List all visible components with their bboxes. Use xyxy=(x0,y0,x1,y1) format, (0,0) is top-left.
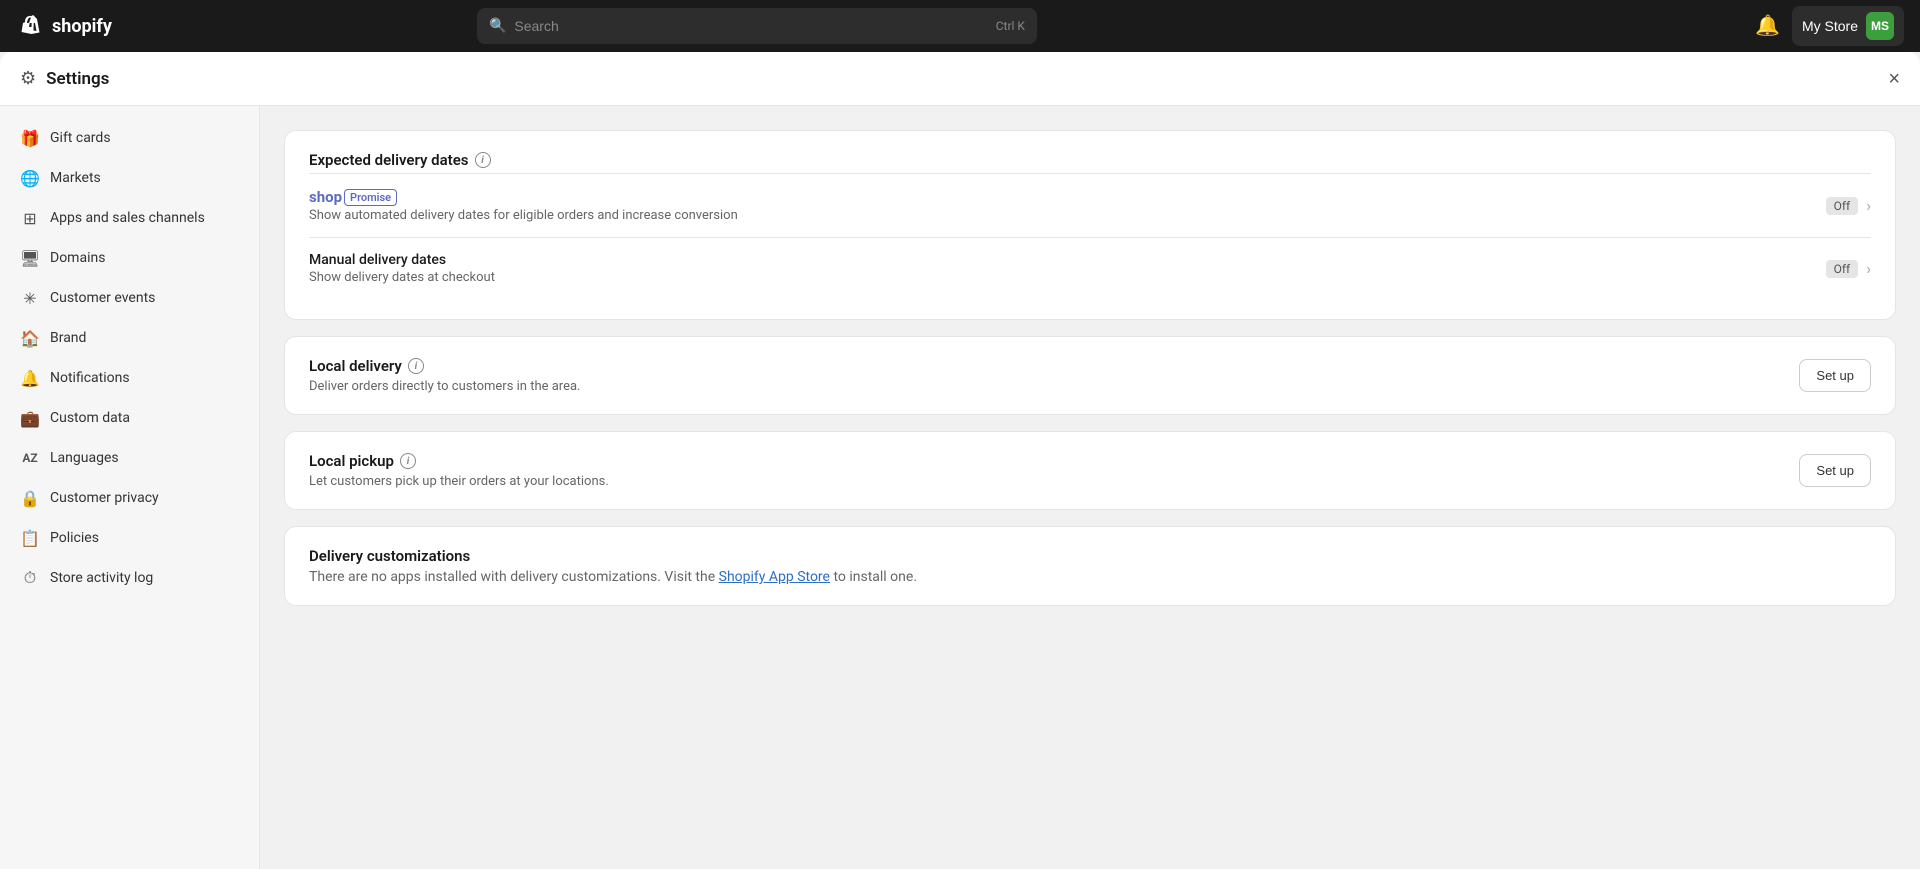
languages-icon: AZ xyxy=(20,448,40,468)
promise-badge: Promise xyxy=(344,189,397,206)
sidebar-item-label: Gift cards xyxy=(50,130,111,146)
shop-promise-row[interactable]: shop Promise Show automated delivery dat… xyxy=(309,173,1871,237)
search-shortcut: Ctrl K xyxy=(996,19,1025,33)
local-pickup-title: Local pickup i xyxy=(309,452,609,470)
topbar: shopify 🔍 Ctrl K 🔔 My Store MS xyxy=(0,0,1920,52)
local-pickup-left: Local pickup i Let customers pick up the… xyxy=(309,452,609,489)
logo-text: shopify xyxy=(52,16,112,37)
sidebar-item-label: Notifications xyxy=(50,370,130,386)
shop-text: shop xyxy=(309,188,342,206)
manual-delivery-desc: Show delivery dates at checkout xyxy=(309,270,1826,285)
expected-delivery-info-icon[interactable]: i xyxy=(475,152,491,168)
sidebar-item-store-activity-log[interactable]: ⏱ Store activity log xyxy=(8,558,251,598)
modal-overlay: ⚙ Settings × 🎁 Gift cards 🌐 Markets ⊞ Ap… xyxy=(0,52,1920,869)
shop-promise-brand: shop Promise xyxy=(309,188,397,206)
expected-delivery-card: Expected delivery dates i shop Promise xyxy=(284,130,1896,320)
local-delivery-desc: Deliver orders directly to customers in … xyxy=(309,379,580,394)
manual-delivery-toggle[interactable]: Off xyxy=(1826,260,1859,278)
delivery-customizations-desc: There are no apps installed with deliver… xyxy=(309,569,1871,585)
main-content: Expected delivery dates i shop Promise xyxy=(260,106,1920,869)
notifications-bell-button[interactable]: 🔔 xyxy=(1755,16,1780,36)
sidebar-item-label: Customer events xyxy=(50,290,155,306)
sidebar-item-label: Policies xyxy=(50,530,99,546)
sidebar-item-brand[interactable]: 🏠 Brand xyxy=(8,318,251,358)
sidebar-item-label: Domains xyxy=(50,250,105,266)
logo[interactable]: shopify xyxy=(16,12,112,40)
local-delivery-left: Local delivery i Deliver orders directly… xyxy=(309,357,580,394)
sidebar-item-label: Custom data xyxy=(50,410,130,426)
modal-body: 🎁 Gift cards 🌐 Markets ⊞ Apps and sales … xyxy=(0,106,1920,869)
avatar: MS xyxy=(1866,12,1894,40)
markets-icon: 🌐 xyxy=(20,168,40,188)
shop-promise-title: shop Promise xyxy=(309,188,1826,206)
apps-sales-icon: ⊞ xyxy=(20,208,40,228)
topbar-right: 🔔 My Store MS xyxy=(1755,6,1904,46)
manual-delivery-title: Manual delivery dates xyxy=(309,252,1826,268)
search-icon: 🔍 xyxy=(489,18,506,34)
policies-icon: 📋 xyxy=(20,528,40,548)
local-delivery-info-icon[interactable]: i xyxy=(408,358,424,374)
shopify-logo-icon xyxy=(16,12,44,40)
shopify-app-store-link[interactable]: Shopify App Store xyxy=(719,569,830,585)
sidebar-item-label: Store activity log xyxy=(50,570,153,586)
modal-header: ⚙ Settings × xyxy=(0,52,1920,106)
sidebar-item-gift-cards[interactable]: 🎁 Gift cards xyxy=(8,118,251,158)
manual-delivery-row[interactable]: Manual delivery dates Show delivery date… xyxy=(309,237,1871,299)
sidebar-item-label: Markets xyxy=(50,170,101,186)
manual-delivery-content: Manual delivery dates Show delivery date… xyxy=(309,252,1826,285)
shop-promise-toggle[interactable]: Off xyxy=(1826,197,1859,215)
delivery-customizations-desc-post: to install one. xyxy=(830,569,917,585)
settings-sidebar: 🎁 Gift cards 🌐 Markets ⊞ Apps and sales … xyxy=(0,106,260,869)
store-activity-log-icon: ⏱ xyxy=(20,568,40,588)
store-switcher-button[interactable]: My Store MS xyxy=(1792,6,1904,46)
delivery-customizations-card: Delivery customizations There are no app… xyxy=(284,526,1896,606)
notifications-icon: 🔔 xyxy=(20,368,40,388)
local-delivery-title: Local delivery i xyxy=(309,357,580,375)
local-delivery-card: Local delivery i Deliver orders directly… xyxy=(284,336,1896,415)
sidebar-item-customer-events[interactable]: ✳ Customer events xyxy=(8,278,251,318)
shop-promise-desc: Show automated delivery dates for eligib… xyxy=(309,208,1826,223)
local-pickup-desc: Let customers pick up their orders at yo… xyxy=(309,474,609,489)
sidebar-item-custom-data[interactable]: 💼 Custom data xyxy=(8,398,251,438)
manual-delivery-right: Off › xyxy=(1826,259,1871,278)
local-pickup-setup-button[interactable]: Set up xyxy=(1799,454,1871,487)
sidebar-item-customer-privacy[interactable]: 🔒 Customer privacy xyxy=(8,478,251,518)
local-delivery-setup-button[interactable]: Set up xyxy=(1799,359,1871,392)
sidebar-item-domains[interactable]: 🖥 Domains xyxy=(8,238,251,278)
sidebar-item-label: Customer privacy xyxy=(50,490,159,506)
search-bar[interactable]: 🔍 Ctrl K xyxy=(477,8,1037,44)
settings-modal: ⚙ Settings × 🎁 Gift cards 🌐 Markets ⊞ Ap… xyxy=(0,52,1920,869)
brand-icon: 🏠 xyxy=(20,328,40,348)
sidebar-item-policies[interactable]: 📋 Policies xyxy=(8,518,251,558)
local-pickup-card: Local pickup i Let customers pick up the… xyxy=(284,431,1896,510)
shop-promise-right: Off › xyxy=(1826,196,1871,215)
customer-events-icon: ✳ xyxy=(20,288,40,308)
search-input[interactable] xyxy=(514,18,987,34)
store-name: My Store xyxy=(1802,18,1858,34)
local-pickup-info-icon[interactable]: i xyxy=(400,453,416,469)
settings-gear-icon: ⚙ xyxy=(20,68,36,89)
sidebar-item-apps-sales[interactable]: ⊞ Apps and sales channels xyxy=(8,198,251,238)
customer-privacy-icon: 🔒 xyxy=(20,488,40,508)
delivery-customizations-title: Delivery customizations xyxy=(309,547,1871,565)
expected-delivery-title: Expected delivery dates i xyxy=(309,151,1871,169)
sidebar-item-notifications[interactable]: 🔔 Notifications xyxy=(8,358,251,398)
manual-delivery-chevron-icon: › xyxy=(1866,259,1871,278)
shop-promise-content: shop Promise Show automated delivery dat… xyxy=(309,188,1826,223)
delivery-customizations-desc-pre: There are no apps installed with deliver… xyxy=(309,569,719,585)
custom-data-icon: 💼 xyxy=(20,408,40,428)
sidebar-item-languages[interactable]: AZ Languages xyxy=(8,438,251,478)
gift-cards-icon: 🎁 xyxy=(20,128,40,148)
shop-promise-chevron-icon: › xyxy=(1866,196,1871,215)
sidebar-item-markets[interactable]: 🌐 Markets xyxy=(8,158,251,198)
modal-title: Settings xyxy=(46,69,109,89)
sidebar-item-label: Languages xyxy=(50,450,119,466)
sidebar-item-label: Brand xyxy=(50,330,86,346)
sidebar-item-label: Apps and sales channels xyxy=(50,210,205,226)
modal-close-button[interactable]: × xyxy=(1888,69,1900,89)
domains-icon: 🖥 xyxy=(20,248,40,268)
